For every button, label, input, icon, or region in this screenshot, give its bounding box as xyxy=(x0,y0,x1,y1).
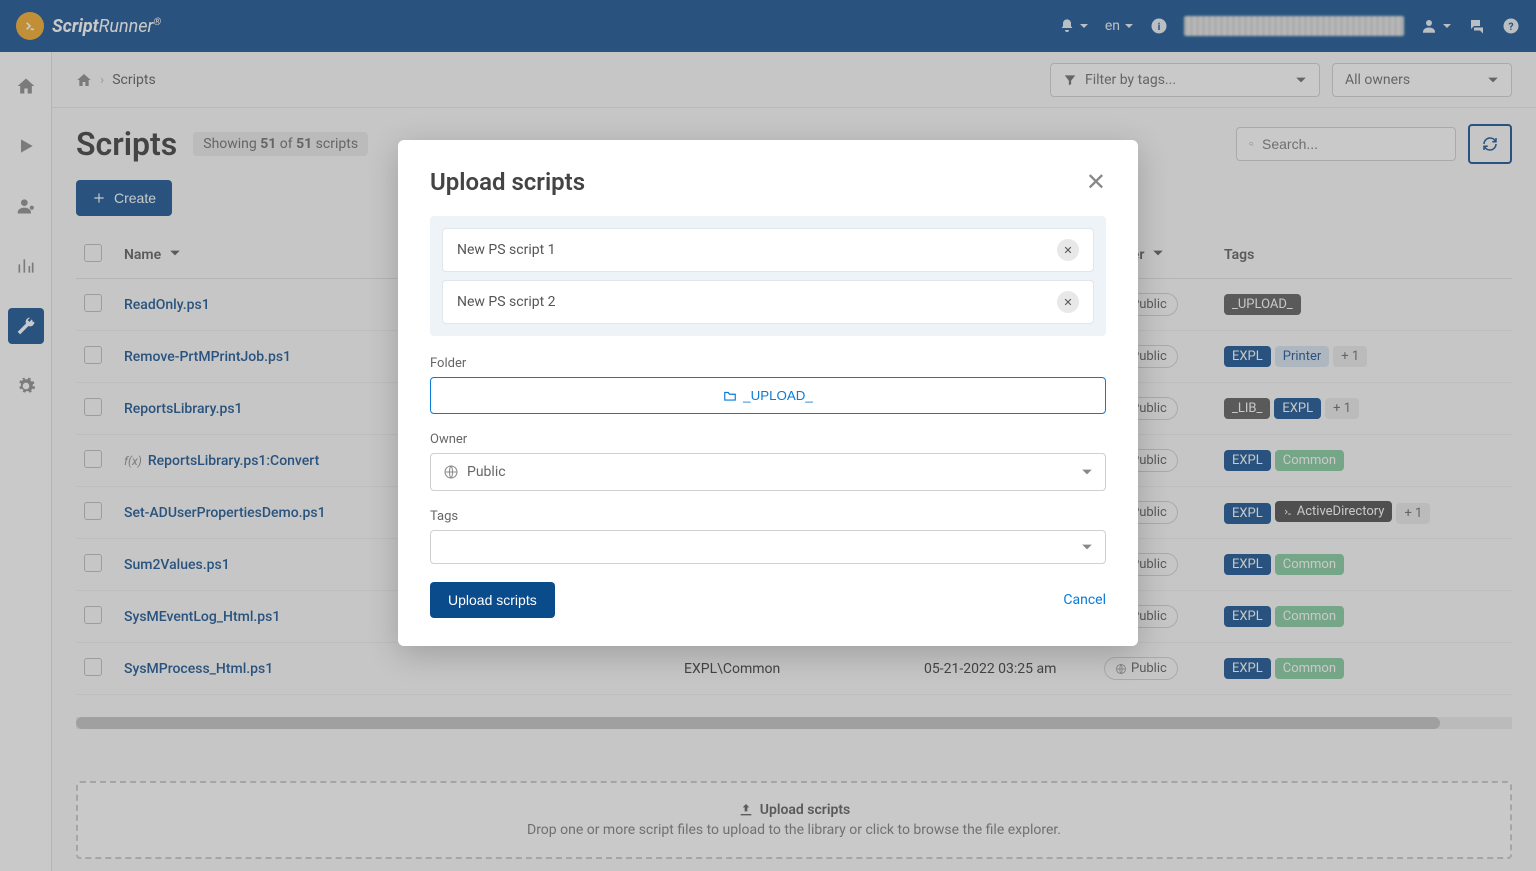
owner-select[interactable]: Public xyxy=(430,453,1106,491)
upload-modal: Upload scripts ✕ New PS script 1 ✕ New P… xyxy=(398,140,1138,646)
folder-select-button[interactable]: _UPLOAD_ xyxy=(430,377,1106,414)
tags-select[interactable] xyxy=(430,530,1106,564)
modal-title: Upload scripts xyxy=(430,168,585,196)
file-item: New PS script 1 ✕ xyxy=(442,228,1094,272)
file-name: New PS script 1 xyxy=(457,242,556,258)
file-remove-button[interactable]: ✕ xyxy=(1057,291,1079,313)
cancel-link[interactable]: Cancel xyxy=(1063,592,1106,608)
tags-label: Tags xyxy=(430,509,1106,524)
folder-icon xyxy=(723,389,737,403)
file-item: New PS script 2 ✕ xyxy=(442,280,1094,324)
globe-icon xyxy=(443,464,459,480)
file-name: New PS script 2 xyxy=(457,294,556,310)
file-remove-button[interactable]: ✕ xyxy=(1057,239,1079,261)
chevron-down-icon xyxy=(1081,466,1093,478)
modal-close-button[interactable]: ✕ xyxy=(1086,168,1106,196)
modal-overlay[interactable]: Upload scripts ✕ New PS script 1 ✕ New P… xyxy=(0,0,1536,871)
upload-submit-button[interactable]: Upload scripts xyxy=(430,582,555,618)
owner-label: Owner xyxy=(430,432,1106,447)
file-list: New PS script 1 ✕ New PS script 2 ✕ xyxy=(430,216,1106,336)
folder-label: Folder xyxy=(430,356,1106,371)
chevron-down-icon xyxy=(1081,541,1093,553)
